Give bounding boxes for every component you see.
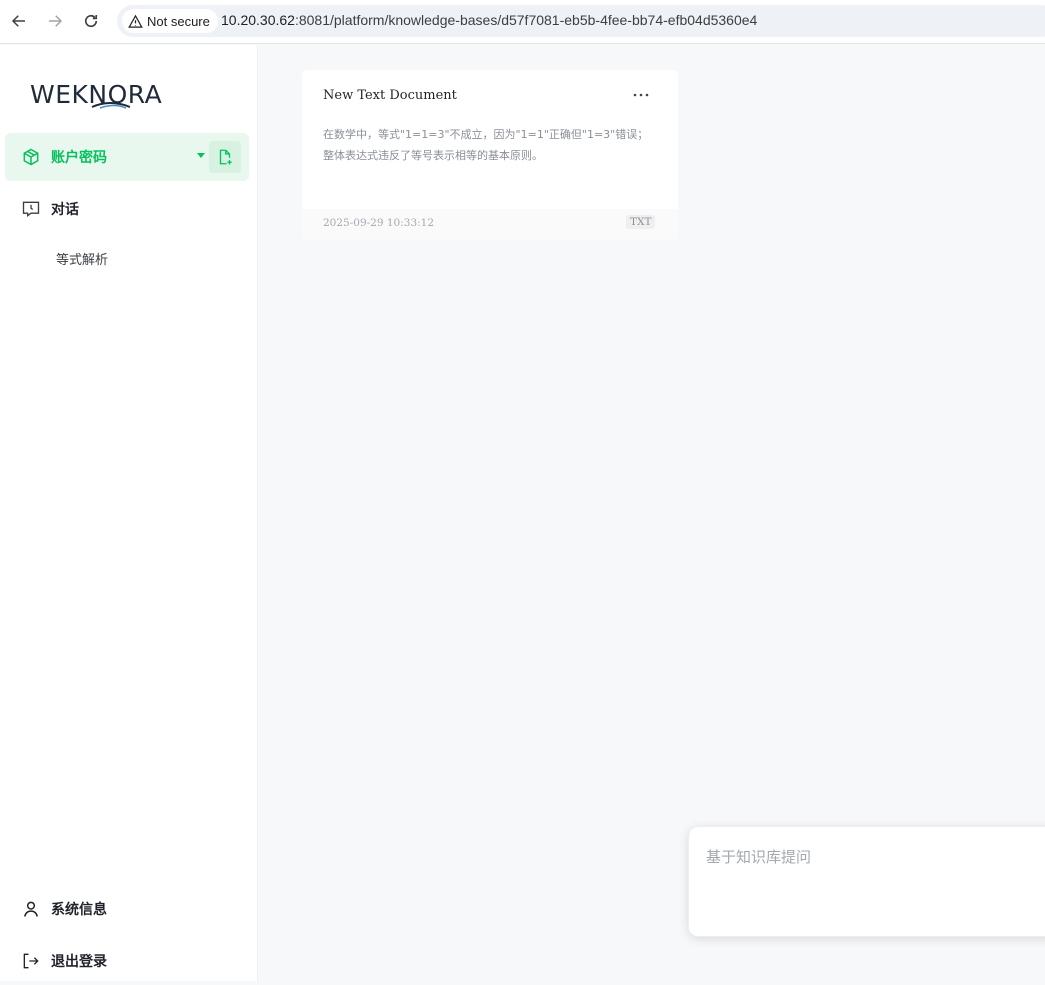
forward-arrow-icon[interactable] — [43, 8, 67, 34]
sidebar: WEKNORA 账户密码 对话 等式解析 系统信息 退出登录 — [0, 45, 258, 981]
ask-panel — [688, 826, 1045, 937]
file-add-icon — [219, 149, 232, 165]
add-document-button[interactable] — [209, 141, 241, 173]
document-title: New Text Document — [323, 88, 457, 103]
document-excerpt: 在数学中，等式"1=1=3"不成立，因为"1=1"正确但"1=3"错误；整体表达… — [323, 128, 649, 162]
security-label: Not secure — [147, 13, 210, 29]
document-type-badge: TXT — [626, 215, 656, 229]
sidebar-item-chat[interactable]: 对话 — [5, 185, 249, 233]
sidebar-item-label: 系统信息 — [51, 902, 107, 918]
warning-triangle-icon — [128, 14, 143, 29]
main-content: New Text Document 在数学中，等式"1=1=3"不成立，因为"1… — [258, 45, 1045, 981]
document-card-footer: 2025-09-29 10:33:12 TXT — [302, 209, 678, 241]
user-icon — [21, 899, 41, 919]
conversation-item[interactable]: 等式解析 — [56, 249, 108, 268]
more-options-icon[interactable] — [632, 87, 650, 103]
reload-icon[interactable] — [79, 8, 103, 34]
address-bar[interactable]: Not secure 10.20.30.62:8081/platform/kno… — [117, 5, 1045, 37]
browser-toolbar: Not secure 10.20.30.62:8081/platform/kno… — [0, 0, 1045, 44]
document-card[interactable]: New Text Document 在数学中，等式"1=1=3"不成立，因为"1… — [302, 70, 678, 241]
chevron-down-icon[interactable] — [197, 153, 205, 158]
sidebar-item-system-info[interactable]: 系统信息 — [5, 885, 249, 933]
security-chip[interactable]: Not secure — [122, 9, 218, 33]
chat-clock-icon — [21, 199, 41, 219]
back-arrow-icon[interactable] — [7, 8, 31, 34]
document-date: 2025-09-29 10:33:12 — [323, 217, 435, 229]
url-text[interactable]: 10.20.30.62:8081/platform/knowledge-base… — [221, 12, 757, 28]
logout-icon — [21, 951, 41, 971]
url-host: 10.20.30.62 — [221, 12, 295, 28]
sidebar-item-logout[interactable]: 退出登录 — [5, 937, 249, 985]
sidebar-item-label: 对话 — [51, 202, 79, 218]
knowledge-box-icon — [21, 147, 41, 167]
sidebar-item-label: 退出登录 — [51, 954, 107, 970]
sidebar-item-label: 账户密码 — [51, 150, 107, 166]
weknora-logo[interactable]: WEKNORA — [30, 77, 170, 113]
url-path: :8081/platform/knowledge-bases/d57f7081-… — [294, 12, 758, 28]
ask-input[interactable] — [704, 844, 1045, 918]
sidebar-item-knowledge-base[interactable]: 账户密码 — [5, 133, 249, 181]
